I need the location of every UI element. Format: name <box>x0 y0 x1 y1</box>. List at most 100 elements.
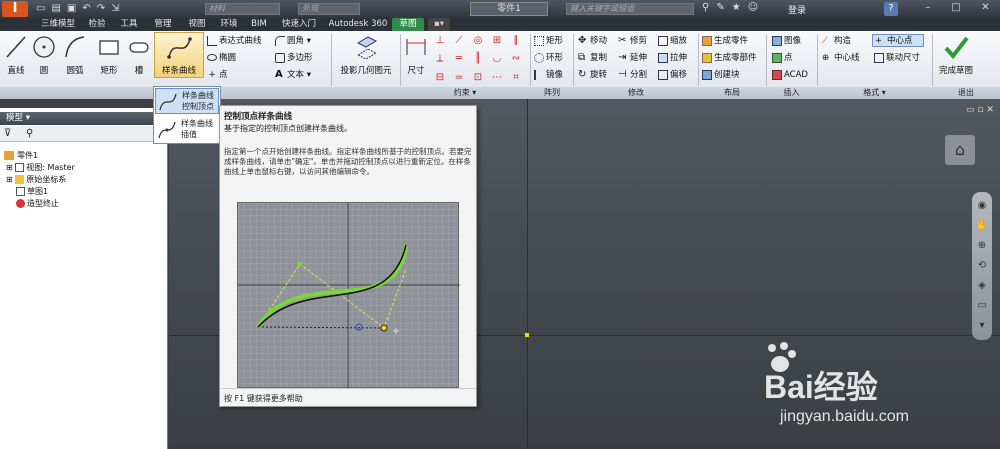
extend-button[interactable]: ⇥ 延伸 <box>618 52 647 64</box>
orbit-icon[interactable]: ⟲ <box>978 260 986 271</box>
constraint-fix-icon[interactable]: ⊞ <box>489 35 505 50</box>
constraint-concentric-icon[interactable]: ◎ <box>470 35 486 50</box>
look-icon[interactable]: ◈ <box>978 280 986 291</box>
dimension-button[interactable]: 尺寸 <box>402 33 430 77</box>
line-button[interactable]: 直线 <box>2 33 30 77</box>
constraint-vertical-icon[interactable]: ║ <box>470 53 486 68</box>
tab-bim[interactable]: BIM <box>246 18 272 31</box>
point-button[interactable]: + 点 <box>207 69 227 81</box>
new-icon[interactable]: ▭ <box>36 3 45 15</box>
undo-icon[interactable]: ↶ <box>82 3 90 15</box>
save-icon[interactable]: ▣ <box>67 3 76 15</box>
constraint-coincident-icon[interactable]: ⊥ <box>432 35 448 50</box>
stretch-button[interactable]: 拉伸 <box>658 52 687 64</box>
constraint-settings-icon[interactable]: ⌗ <box>508 72 524 87</box>
close-icon[interactable]: ✕ <box>981 2 989 16</box>
centerpoint-button[interactable]: + 中心点 <box>872 34 924 47</box>
tree-item-end-of-part[interactable]: 造型终止 <box>16 198 59 209</box>
view-face-icon[interactable]: ▭ <box>977 300 986 311</box>
tab-environments[interactable]: 环境 <box>214 18 244 31</box>
tab-autodesk-360[interactable]: Autodesk 360 <box>326 18 390 31</box>
tab-manage[interactable]: 管理 <box>148 18 178 31</box>
centerline-button[interactable]: ⊕ 中心线 <box>822 52 860 64</box>
tree-item-view[interactable]: ⊞ 视图: Master <box>6 162 75 173</box>
tree-item-sketch[interactable]: 草图1 <box>16 186 48 197</box>
user-icon[interactable]: ☺ <box>748 2 758 16</box>
redo-icon[interactable]: ↷ <box>97 3 105 15</box>
zoom-icon[interactable]: ⊕ <box>978 240 986 251</box>
scale-button[interactable]: 缩放 <box>658 35 687 47</box>
login-link[interactable]: 登录 <box>788 3 806 16</box>
spline-interpolation-item[interactable]: 样条曲线 插值 <box>155 117 219 143</box>
star-icon[interactable]: ★ <box>732 2 741 16</box>
tab-inspect[interactable]: 检验 <box>82 18 112 31</box>
tools-icon[interactable]: ✎ <box>716 2 724 16</box>
split-button[interactable]: ⊣ 分割 <box>618 69 647 81</box>
appearance-select[interactable]: 外观 <box>298 3 360 15</box>
arc-button[interactable]: 圆弧 <box>60 33 90 77</box>
finish-sketch-button[interactable]: 完成草图 <box>934 33 978 77</box>
constraint-perpendicular-icon[interactable]: ⟂ <box>432 53 448 68</box>
trim-button[interactable]: ✂ 修剪 <box>618 35 647 47</box>
copy-button[interactable]: ⧉ 复制 <box>578 52 607 64</box>
tab-tools[interactable]: 工具 <box>114 18 144 31</box>
rotate-button[interactable]: ↻ 旋转 <box>578 69 607 81</box>
rectangle-button[interactable]: 矩形 <box>94 33 124 77</box>
create-block-button[interactable]: 创建块 <box>702 69 740 81</box>
insert-image-button[interactable]: 图像 <box>772 35 801 47</box>
fillet-button[interactable]: 圆角 ▾ <box>275 35 311 47</box>
constraint-show-icon[interactable]: ⊡ <box>470 72 486 87</box>
constraint-tangent-icon[interactable]: ◡ <box>489 53 505 68</box>
circle-button[interactable]: 圆 <box>30 33 58 77</box>
make-components-button[interactable]: 生成零部件 <box>702 52 757 64</box>
minimize-icon[interactable]: – <box>925 2 930 16</box>
search-input[interactable]: 键入关键字或短语 <box>566 3 694 15</box>
constraint-parallel-icon[interactable]: ∥ <box>508 35 524 50</box>
tree-item-part[interactable]: 零件1 <box>4 150 38 161</box>
format-group-label[interactable]: 格式 ▾ <box>817 87 932 99</box>
equation-curve-button[interactable]: 表达式曲线 <box>207 35 262 47</box>
insert-points-button[interactable]: 点 <box>772 52 793 64</box>
tab-view[interactable]: 视图 <box>182 18 212 31</box>
constraint-group-label[interactable]: 约束 ▾ <box>400 87 530 99</box>
viewcube-icon[interactable]: ⌂ <box>945 135 975 165</box>
constraint-relax-icon[interactable]: ⋯ <box>489 72 505 87</box>
spline-button[interactable]: 样条曲线 <box>154 32 204 78</box>
move-button[interactable]: ✥ 移动 <box>578 35 607 47</box>
steering-wheel-icon[interactable]: ◉ <box>978 200 987 211</box>
construction-button[interactable]: ⟋ 构造 <box>822 35 851 47</box>
tab-sketch[interactable]: 草图 <box>392 18 424 31</box>
spline-control-vertex-item[interactable]: 样条曲线 控制顶点 <box>155 88 219 114</box>
constraint-collinear-icon[interactable]: ⟋ <box>451 35 467 50</box>
offset-button[interactable]: 偏移 <box>658 69 687 81</box>
tree-item-origin[interactable]: ⊞ 原始坐标系 <box>6 174 66 185</box>
constraint-horizontal-icon[interactable]: ═ <box>451 53 467 68</box>
slot-button[interactable]: 槽 <box>126 33 152 77</box>
circular-pattern-button[interactable]: 环形 <box>534 52 563 64</box>
maximize-icon[interactable]: □ <box>951 2 960 16</box>
nav-options-icon[interactable]: ▾ <box>979 320 984 331</box>
tab-3d-model[interactable]: 三维模型 <box>36 18 80 31</box>
ellipse-button[interactable]: 椭圆 <box>207 52 236 64</box>
pan-icon[interactable]: ✋ <box>976 220 988 231</box>
make-part-button[interactable]: 生成零件 <box>702 35 748 47</box>
tab-get-started[interactable]: 快速入门 <box>276 18 322 31</box>
tab-more-icon[interactable]: ▪▾ <box>428 18 450 31</box>
binoculars-icon[interactable]: ⚲ <box>702 2 709 16</box>
viewport-controls[interactable]: ▭ ▫ ✕ <box>966 105 994 115</box>
insert-acad-button[interactable]: ACAD <box>772 69 808 81</box>
return-icon[interactable]: ⇲ <box>111 3 119 15</box>
mirror-button[interactable]: 镜像 <box>534 69 563 81</box>
open-icon[interactable]: ▤ <box>51 3 60 15</box>
constraint-symmetric-icon[interactable]: ⊟ <box>432 72 448 87</box>
text-button[interactable]: A 文本 ▾ <box>275 69 311 81</box>
material-select[interactable]: 材料 <box>205 3 280 15</box>
rectangular-pattern-button[interactable]: 矩形 <box>534 35 563 47</box>
polygon-button[interactable]: 多边形 <box>275 52 313 64</box>
find-icon[interactable]: ⚲ <box>26 128 33 139</box>
model-panel-title[interactable]: 模型 ▾ <box>0 112 168 125</box>
app-logo[interactable]: I <box>2 1 28 17</box>
project-geometry-button[interactable]: 投影几何图元 <box>334 33 398 77</box>
help-icon[interactable]: ? <box>884 2 898 16</box>
constraint-smooth-icon[interactable]: ∾ <box>508 53 524 68</box>
